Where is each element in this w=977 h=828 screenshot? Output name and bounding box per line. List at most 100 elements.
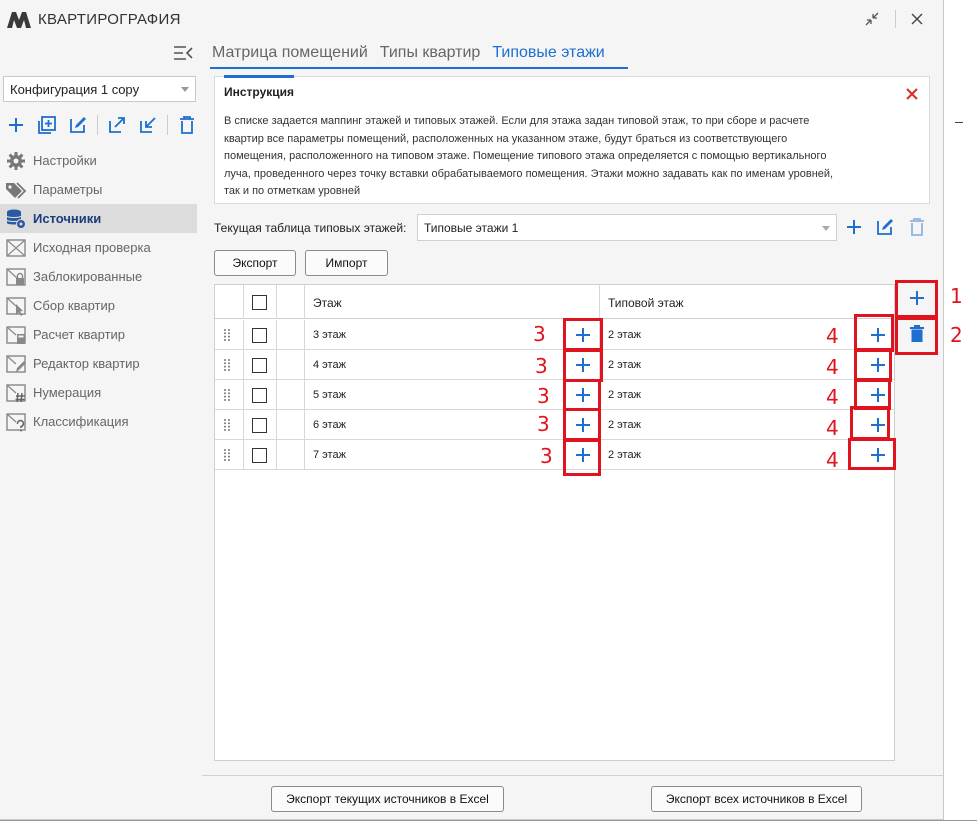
export-icon [109,117,125,133]
tab-bar: Матрица помещений Типы квартир Типовые э… [212,44,617,68]
instruction-accent-bar [224,75,294,78]
sidebar-item-collect-apartments[interactable]: Сбор квартир [0,291,197,320]
row-checkbox[interactable] [252,328,267,343]
add-config-button[interactable] [4,113,28,137]
add-copy-icon [38,116,56,134]
background-line [955,122,963,123]
table-row[interactable]: 7 этаж 2 этаж [215,440,894,470]
export-current-sources-button[interactable]: Экспорт текущих источников в Excel [271,786,504,812]
row-checkbox[interactable] [252,418,267,433]
annotation-box-3 [563,438,601,476]
toolbar-separator [97,115,98,135]
column-separator [276,410,277,440]
app-logo-icon [7,12,31,28]
annotation-label-4: 4 [826,416,839,440]
sidebar-item-classification[interactable]: Классификация [0,407,197,436]
drag-handle-icon[interactable] [223,418,231,432]
column-separator [304,285,305,319]
current-table-value: Типовые этажи 1 [424,221,519,235]
tab-typical-floors[interactable]: Типовые этажи [492,44,604,68]
export-all-sources-button[interactable]: Экспорт всех источников в Excel [651,786,862,812]
export-button[interactable]: Экспорт [214,250,296,276]
column-separator [243,440,244,470]
annotation-box-4 [850,406,890,440]
drag-handle-icon[interactable] [223,448,231,462]
add-table-button[interactable] [843,216,865,238]
drag-handle-icon[interactable] [223,358,231,372]
column-separator [243,320,244,350]
drag-handle-icon[interactable] [223,328,231,342]
instruction-line: квартир все параметры помещений, располо… [224,132,788,145]
instruction-text: В списке задается маппинг этажей и типов… [224,113,914,201]
instruction-line: так и по отметкам уровней [224,185,361,197]
edit-icon [877,219,893,235]
row-checkbox[interactable] [252,358,267,373]
import-config-button[interactable] [136,113,160,137]
row-checkbox[interactable] [252,448,267,463]
sidebar-item-sources[interactable]: Источники [0,204,197,233]
annotation-box-4 [854,314,894,352]
sidebar-item-label: Заблокированные [33,269,143,284]
configuration-select[interactable]: Конфигурация 1 copy [3,76,196,102]
sidebar-item-calculate-apartments[interactable]: Расчет квартир [0,320,197,349]
sidebar-item-label: Исходная проверка [33,240,151,255]
column-separator [276,320,277,350]
copy-config-button[interactable] [35,113,59,137]
export-config-button[interactable] [105,113,129,137]
table-row[interactable]: 6 этаж 2 этаж [215,410,894,440]
annotation-label-4: 4 [826,355,839,379]
annotation-label-3: 3 [537,384,550,408]
sidebar-item-label: Настройки [33,153,97,168]
sidebar-toolbar [4,112,206,138]
close-instruction-icon[interactable] [905,87,919,101]
table-row[interactable]: 5 этаж 2 этаж [215,380,894,410]
column-separator [304,350,305,380]
instruction-line: помещения, расположенного на типовом эта… [224,150,827,162]
sidebar-item-initial-check[interactable]: Исходная проверка [0,233,197,262]
select-all-checkbox[interactable] [252,295,267,310]
annotation-label-4: 4 [826,448,839,472]
sidebar-item-locked[interactable]: Заблокированные [0,262,197,291]
import-button[interactable]: Импорт [305,250,388,276]
tab-apartment-types[interactable]: Типы квартир [380,44,481,68]
column-header-typical-floor[interactable]: Типовой этаж [608,296,684,310]
tags-icon [5,179,27,201]
sidebar-item-numbering[interactable]: Нумерация [0,378,197,407]
delete-table-button[interactable] [906,216,928,238]
column-header-floor[interactable]: Этаж [313,296,342,310]
sidebar-item-apartment-editor[interactable]: Редактор квартир [0,349,197,378]
edit-icon [70,117,86,133]
current-table-select[interactable]: Типовые этажи 1 [417,214,837,241]
instruction-title: Инструкция [224,85,295,99]
edit-table-button[interactable] [874,216,896,238]
annotation-box-3 [563,348,603,382]
tab-room-matrix[interactable]: Матрица помещений [212,44,368,68]
toolbar-separator [167,115,168,135]
annotation-label-4: 4 [826,385,839,409]
column-separator [599,285,600,319]
grid-header: Этаж Типовой этаж [215,285,894,319]
edit-config-button[interactable] [66,113,90,137]
floor-cell: 6 этаж [313,419,346,431]
plus-icon [847,220,861,234]
gear-icon [5,150,27,172]
annotation-box-3 [563,318,603,352]
floor-cell: 4 этаж [313,359,346,371]
typical-floor-cell: 2 этаж [608,449,641,461]
table-row[interactable]: 4 этаж 2 этаж [215,350,894,380]
row-checkbox[interactable] [252,388,267,403]
sidebar-item-settings[interactable]: Настройки [0,146,197,175]
column-separator [276,285,277,319]
restore-window-button[interactable] [858,6,886,32]
drag-handle-icon[interactable] [223,388,231,402]
envelope-icon [5,237,27,259]
column-separator [276,380,277,410]
question-icon [5,411,27,433]
delete-config-button[interactable] [175,113,199,137]
table-row[interactable]: 3 этаж 2 этаж [215,320,894,350]
collapse-sidebar-icon[interactable] [172,44,194,62]
sidebar-item-parameters[interactable]: Параметры [0,175,197,204]
close-window-button[interactable] [903,6,931,32]
column-separator [276,350,277,380]
chevron-down-icon [181,87,189,92]
